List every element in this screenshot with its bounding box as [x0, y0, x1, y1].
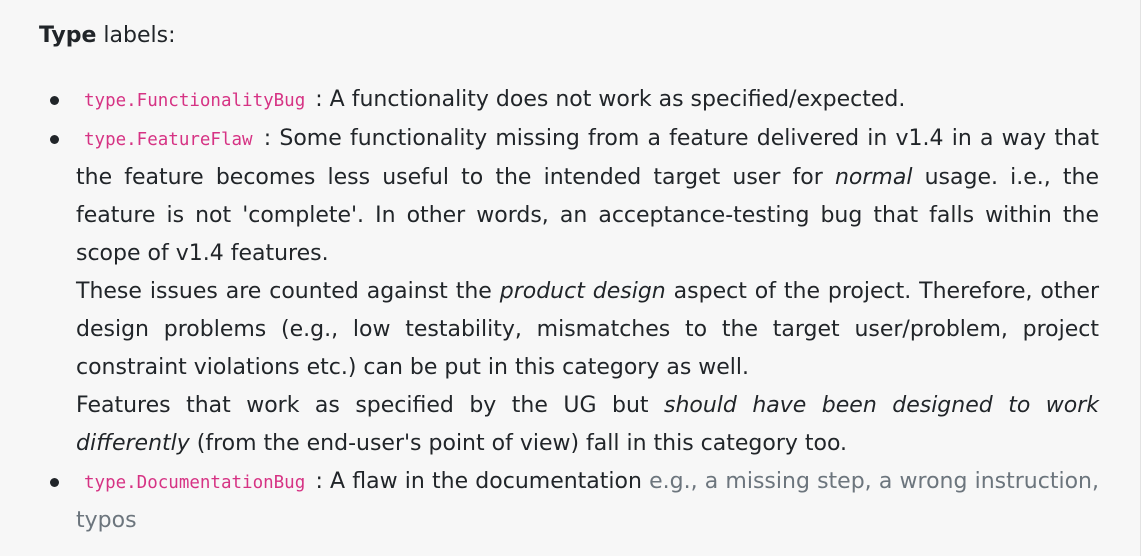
- label-code-documentation-bug: type.DocumentationBug: [84, 473, 306, 493]
- heading-rest: labels:: [96, 23, 176, 48]
- paragraph-text: These issues are counted against the: [76, 279, 500, 304]
- label-description: A flaw in the documentation: [330, 469, 650, 494]
- bullet-icon: [50, 135, 59, 144]
- bullet-icon: [50, 96, 59, 105]
- label-separator: :: [308, 469, 331, 494]
- emphasis-product-design: product design: [499, 279, 666, 304]
- paragraph-text: Features that work as specified by the U…: [76, 393, 664, 418]
- bullet-icon: [50, 478, 59, 487]
- feature-flaw-paragraph-2: These issues are counted against the pro…: [76, 273, 1099, 387]
- list-item-functionality-bug: type.FunctionalityBug : A functionality …: [50, 81, 1099, 120]
- heading-bold: Type: [39, 23, 97, 48]
- section-heading: Type labels:: [39, 18, 175, 54]
- label-code-feature-flaw: type.FeatureFlaw: [84, 130, 253, 150]
- label-list: type.FunctionalityBug : A functionality …: [50, 81, 1099, 540]
- label-description: A functionality does not work as specifi…: [329, 87, 906, 112]
- emphasis-normal: normal: [834, 165, 913, 190]
- label-code-functionality-bug: type.FunctionalityBug: [84, 91, 306, 111]
- paragraph-text: (from the end-user's point of view) fall…: [189, 431, 848, 456]
- type-labels-panel: Type labels: type.FunctionalityBug : A f…: [0, 0, 1141, 556]
- list-item-feature-flaw: type.FeatureFlaw : Some functionality mi…: [50, 120, 1099, 463]
- label-separator: :: [308, 87, 330, 112]
- label-separator: :: [255, 126, 280, 151]
- feature-flaw-paragraph-3: Features that work as specified by the U…: [76, 387, 1099, 463]
- list-item-documentation-bug: type.DocumentationBug : A flaw in the do…: [50, 463, 1099, 540]
